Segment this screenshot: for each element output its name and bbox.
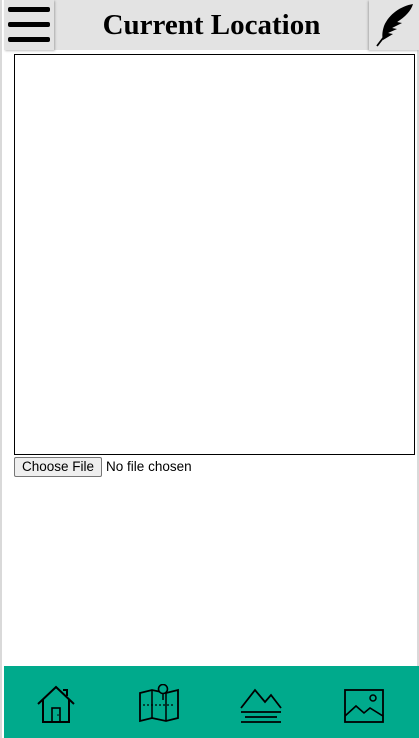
file-status-text: No file chosen	[106, 459, 192, 474]
menu-button[interactable]	[4, 0, 54, 50]
map-icon	[139, 683, 179, 723]
app-frame: Current Location Choose File No file cho…	[0, 0, 419, 738]
page-title: Current Location	[102, 9, 321, 41]
nav-item-map[interactable]	[137, 683, 181, 728]
hamburger-menu-icon	[8, 7, 50, 42]
nav-item-home[interactable]	[34, 684, 78, 728]
bottom-nav	[4, 666, 419, 738]
feather-button[interactable]	[369, 0, 419, 50]
feather-icon	[376, 4, 413, 47]
home-icon	[37, 685, 75, 723]
mountains-icon	[240, 688, 282, 723]
nav-item-mountains[interactable]	[239, 684, 283, 728]
file-input: Choose File No file chosen	[14, 456, 192, 477]
top-bar: Current Location	[4, 0, 419, 50]
nav-item-gallery[interactable]	[342, 684, 386, 728]
choose-file-button[interactable]: Choose File	[14, 456, 103, 477]
image-icon	[344, 689, 384, 723]
drawing-canvas[interactable]	[14, 54, 415, 455]
